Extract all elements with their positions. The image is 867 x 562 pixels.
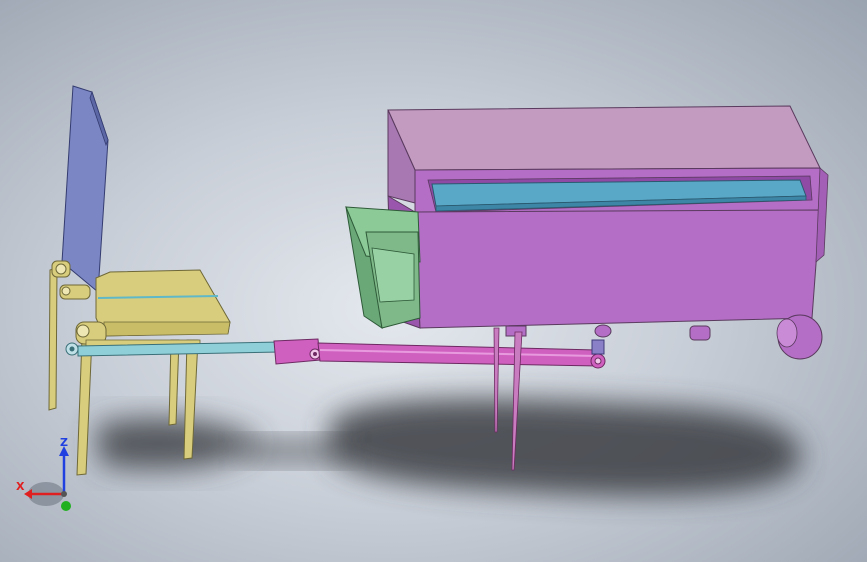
pull-out-drawer[interactable]	[345, 206, 421, 330]
axis-z-label: Z	[60, 436, 68, 449]
backrest-hinge-upper[interactable]	[51, 260, 71, 278]
floor-shadow	[95, 398, 802, 497]
orientation-triad	[24, 446, 71, 511]
backrest-hinge-lower[interactable]	[59, 284, 91, 300]
caster-small-right[interactable]	[689, 325, 711, 341]
linear-actuator[interactable]	[273, 338, 606, 369]
caster-wheel-large[interactable]	[776, 314, 823, 360]
assembly-model[interactable]	[0, 0, 867, 562]
cabinet-top[interactable]	[387, 105, 821, 171]
chair-back-leg-right[interactable]	[76, 336, 93, 476]
axis-x-label: X	[16, 480, 25, 493]
cad-viewport[interactable]: Z X	[0, 0, 867, 562]
chair-back-leg-left[interactable]	[48, 267, 58, 411]
chair[interactable]	[48, 85, 231, 476]
bed-cabinet[interactable]	[345, 105, 829, 360]
cabinet-body[interactable]	[414, 209, 821, 329]
caster-small-mid[interactable]	[594, 324, 612, 338]
chair-backrest[interactable]	[61, 85, 109, 294]
